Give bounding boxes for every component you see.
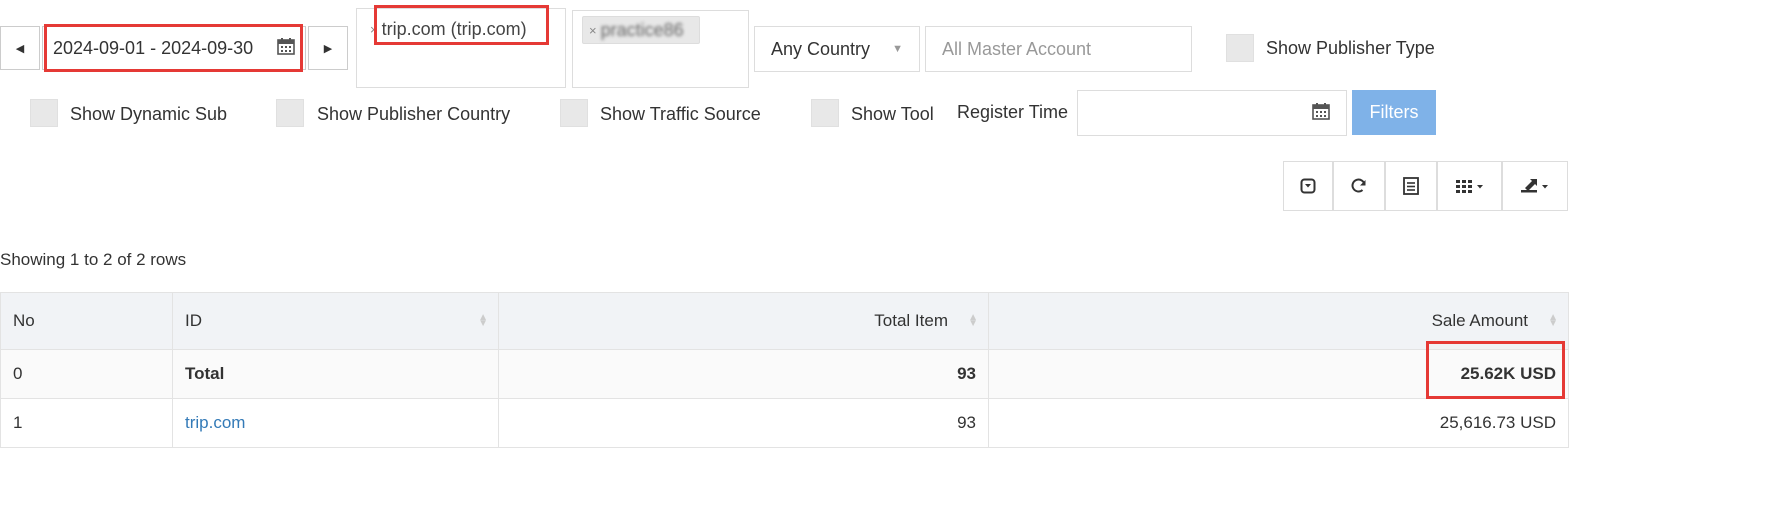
show-publisher-country-label: Show Publisher Country (317, 104, 511, 124)
show-publisher-country-checkbox[interactable] (276, 99, 304, 127)
sort-icon: ▲ ▼ (1548, 312, 1558, 329)
merchant-tag-highlight (374, 5, 549, 45)
show-publisher-type-checkbox[interactable] (1226, 34, 1254, 62)
cell-no: 1 (0, 398, 173, 448)
sale-amount-highlight (1426, 341, 1565, 399)
list-icon[interactable] (1385, 161, 1437, 211)
publisher-tag-label: practice86 (600, 19, 684, 40)
column-header-total-item[interactable]: Total Item ▲ ▼ (498, 292, 989, 350)
pagination-info: Showing 1 to 2 of 2 rows (0, 250, 187, 269)
toggle-icon[interactable] (1283, 161, 1333, 211)
country-select[interactable]: Any Country ▼ (754, 26, 920, 72)
caret-right-icon: ▶ (323, 42, 333, 55)
chevron-down-icon: ▼ (892, 43, 903, 55)
show-dynamic-sub-checkbox[interactable] (30, 99, 58, 127)
show-publisher-type-label: Show Publisher Type (1266, 38, 1435, 58)
table-row: 1 trip.com 93 25,616.73 USD (0, 398, 1569, 448)
calendar-icon (1312, 102, 1330, 125)
master-account-input[interactable]: All Master Account (925, 26, 1192, 72)
cell-total-item: 93 (498, 349, 989, 399)
sort-icon: ▲ ▼ (478, 312, 488, 329)
refresh-icon[interactable] (1333, 161, 1385, 211)
show-tool-checkbox[interactable] (811, 99, 839, 127)
report-table: No ID ▲ ▼ Total Item ▲ ▼ Sale Amount ▲ ▼ 0 Tot… (0, 292, 1569, 448)
master-account-placeholder: All Master Account (942, 38, 1092, 59)
register-time-input[interactable] (1077, 90, 1347, 136)
export-icon[interactable] (1502, 161, 1568, 211)
cell-total-item: 93 (498, 398, 989, 448)
cell-id: Total (172, 349, 499, 399)
cell-no: 0 (0, 349, 173, 399)
show-traffic-source-label: Show Traffic Source (600, 104, 761, 124)
tag-remove-icon[interactable]: × (589, 23, 597, 38)
publisher-tag[interactable]: × practice86 (582, 16, 700, 44)
table-header-row: No ID ▲ ▼ Total Item ▲ ▼ Sale Amount ▲ ▼ (0, 292, 1569, 350)
cell-sale-amount: 25,616.73 USD (988, 398, 1569, 448)
columns-icon[interactable] (1437, 161, 1502, 211)
date-range-highlight (44, 24, 303, 72)
prev-period-button[interactable]: ◀ (0, 26, 40, 70)
column-header-id[interactable]: ID ▲ ▼ (172, 292, 499, 350)
register-time-label: Register Time (957, 102, 1069, 122)
show-dynamic-sub-label: Show Dynamic Sub (70, 104, 228, 124)
caret-left-icon: ◀ (15, 42, 25, 55)
next-period-button[interactable]: ▶ (308, 26, 348, 70)
show-traffic-source-checkbox[interactable] (560, 99, 588, 127)
country-select-value: Any Country (771, 38, 871, 59)
sort-icon: ▲ ▼ (968, 312, 978, 329)
table-row-total: 0 Total 93 25.62K USD (0, 349, 1569, 399)
filters-button[interactable]: Filters (1352, 90, 1436, 135)
column-header-no: No (0, 292, 173, 350)
cell-id-link[interactable]: trip.com (172, 398, 499, 448)
show-tool-label: Show Tool (851, 104, 934, 124)
